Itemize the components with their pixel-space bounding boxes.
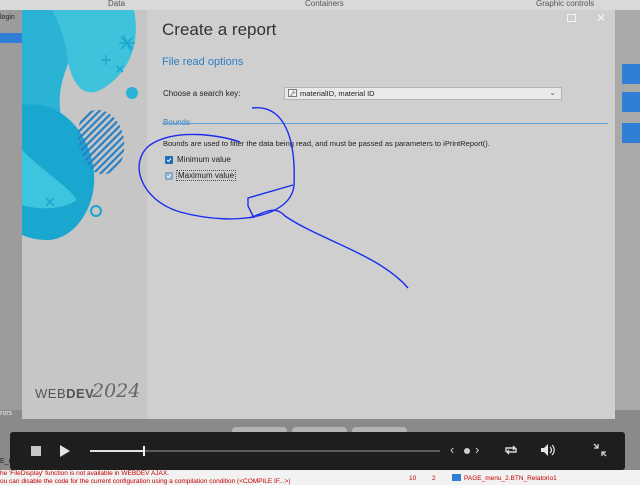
chevron-left-icon[interactable]: ‹ <box>450 442 454 457</box>
ide-left-tab[interactable]: login <box>0 14 15 21</box>
volume-icon[interactable] <box>540 443 556 457</box>
tab-graphic-controls[interactable]: Graphic controls <box>536 0 594 8</box>
webdev-logo-year: 2024 <box>92 380 141 402</box>
min-value-checkbox[interactable] <box>165 156 173 164</box>
error-location[interactable]: PAGE_menu_2.BTN_Relatorio1 <box>464 475 557 482</box>
tab-containers[interactable]: Containers <box>305 0 344 8</box>
min-value-label[interactable]: Minimum value <box>177 155 231 164</box>
search-key-value: materialID, material ID <box>300 89 375 98</box>
bounds-description: Bounds are used to filter the data being… <box>163 139 490 148</box>
search-key-label: Choose a search key: <box>163 89 241 98</box>
error-char-number: 2 <box>432 475 436 482</box>
loop-icon[interactable] <box>503 443 519 457</box>
dialog-subtitle: File read options <box>162 56 244 68</box>
error-hint[interactable]: ou can disable the code for the current … <box>0 478 291 485</box>
ide-left-panel <box>0 10 22 410</box>
max-value-label[interactable]: Maximum value <box>176 170 237 181</box>
seek-bar-progress <box>90 450 143 452</box>
ide-right-button[interactable] <box>622 123 640 143</box>
wizard-banner <box>22 10 147 419</box>
key-icon: 🗝 <box>288 89 297 97</box>
ide-right-button[interactable] <box>622 92 640 112</box>
page-element-icon <box>452 474 461 481</box>
chevron-down-icon: ⌄ <box>549 88 556 97</box>
banner-art <box>22 10 138 240</box>
ide-errors-panel-label: rors <box>0 410 13 417</box>
bounds-divider <box>162 123 608 124</box>
check-icon <box>166 174 172 179</box>
error-message[interactable]: he 'FileDisplay' function is not availab… <box>0 470 169 477</box>
ide-right-button[interactable] <box>622 64 640 84</box>
ide-left-selection <box>0 33 22 43</box>
seek-knob[interactable] <box>142 446 145 456</box>
close-button[interactable]: ✕ <box>596 12 606 24</box>
stop-button[interactable] <box>31 446 41 456</box>
maximize-button[interactable] <box>567 14 576 22</box>
search-key-select[interactable]: 🗝 materialID, material ID ⌄ <box>284 87 562 100</box>
page-indicator-dot <box>464 448 470 454</box>
check-icon <box>166 158 172 163</box>
exit-fullscreen-icon[interactable] <box>592 442 608 458</box>
tab-data[interactable]: Data <box>108 0 125 8</box>
dialog-title: Create a report <box>162 20 277 39</box>
webdev-logo: WEBDEV <box>35 386 95 401</box>
chevron-right-icon[interactable]: › <box>475 442 479 457</box>
play-button[interactable] <box>60 445 70 457</box>
error-line-number: 10 <box>409 475 417 482</box>
max-value-checkbox[interactable] <box>165 172 173 180</box>
